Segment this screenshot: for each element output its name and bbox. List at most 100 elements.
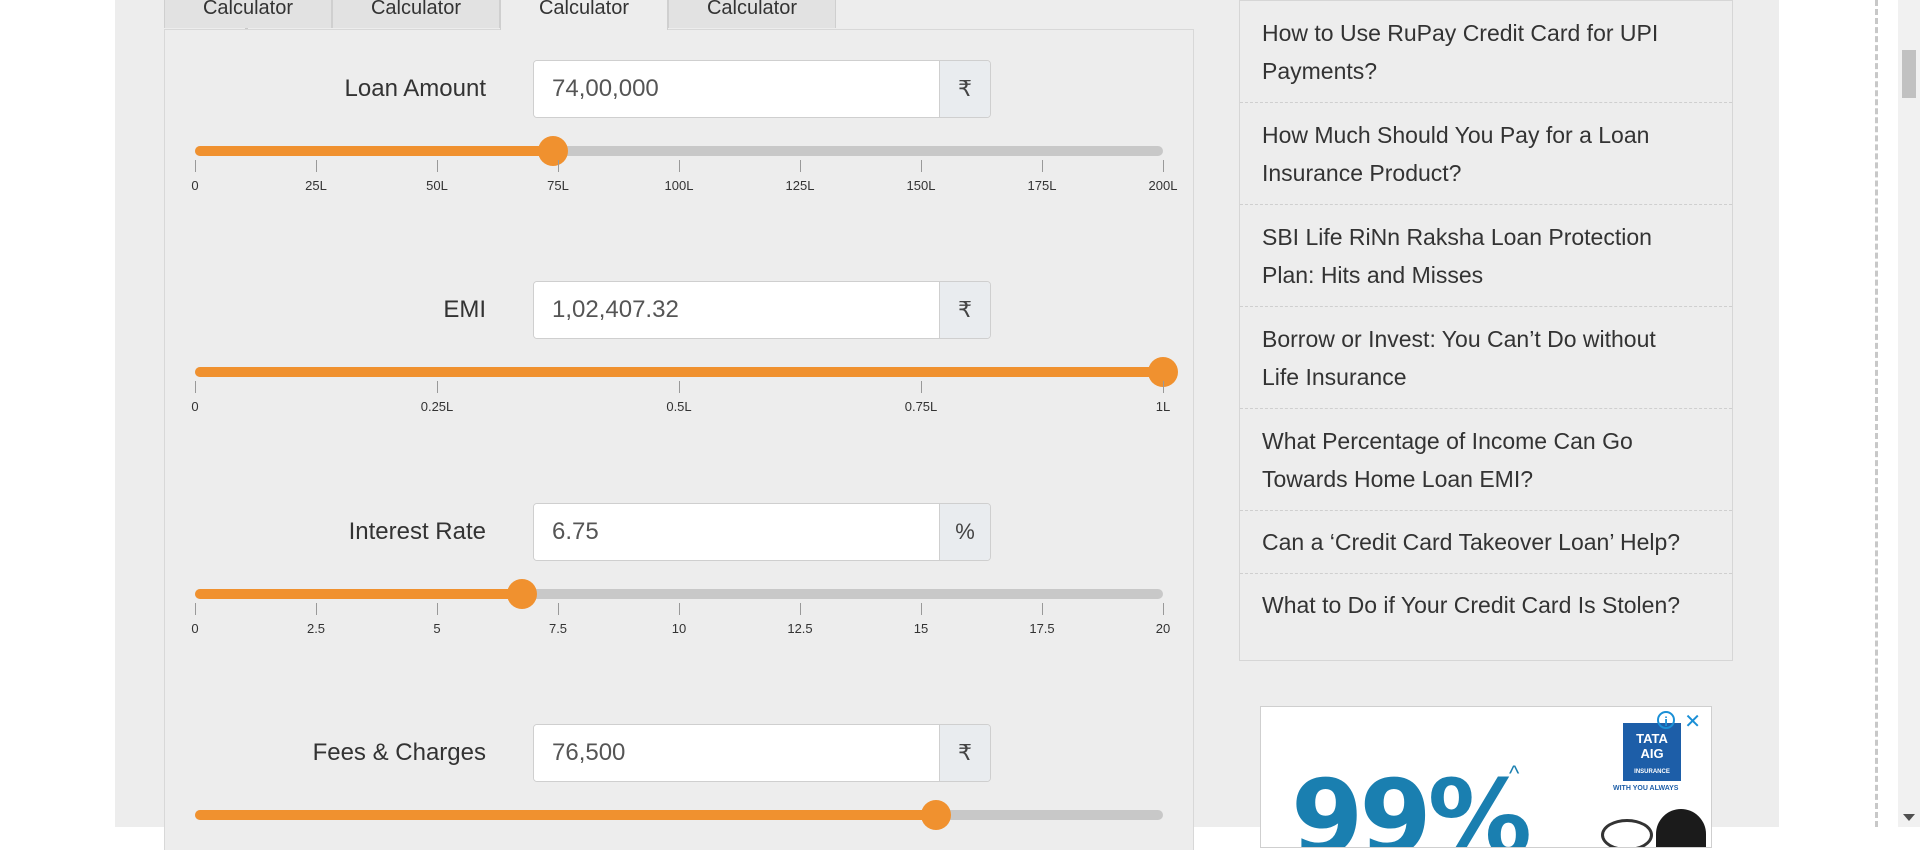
tick-mark bbox=[437, 160, 438, 172]
tick-label: 100L bbox=[664, 178, 694, 193]
slider-fill bbox=[195, 146, 554, 156]
slider-fill bbox=[195, 367, 1163, 377]
emi-label: EMI bbox=[443, 296, 486, 323]
tick-mark bbox=[921, 603, 922, 615]
tick-label: 2.5 bbox=[306, 621, 326, 636]
emi-input-group: ₹ bbox=[533, 281, 991, 339]
tick-mark bbox=[195, 160, 196, 172]
sidebar-article-link-text: How Much Should You Pay for a Loan bbox=[1262, 122, 1650, 148]
sidebar-article-link-text: Payments? bbox=[1262, 58, 1378, 84]
calculator-panel: Loan Amount ₹0 25L 50L 75L 100L 125L 150L 175L 20… bbox=[164, 29, 1194, 850]
tick-mark bbox=[800, 603, 801, 615]
tick-mark bbox=[1163, 381, 1164, 393]
close-icon[interactable]: ✕ bbox=[1684, 709, 1701, 734]
interest-rate-unit-addon: % bbox=[939, 504, 990, 560]
sidebar-article-link-text: Plan: Hits and Misses bbox=[1262, 262, 1484, 288]
loan-amount-unit-addon: ₹ bbox=[939, 61, 990, 117]
calculator-tabs: Calculator Calculator Calculator Calculator bbox=[164, 0, 836, 30]
ad-glasses-graphic bbox=[1601, 819, 1653, 847]
tick-label: 12.5 bbox=[787, 621, 813, 636]
tab-calculator-2[interactable]: Calculator bbox=[332, 0, 500, 28]
tab-calculator-4[interactable]: Calculator bbox=[668, 0, 836, 28]
tick-label: 0.75L bbox=[904, 399, 938, 414]
tick-mark bbox=[195, 603, 196, 615]
scrollbar-thumb[interactable] bbox=[1902, 50, 1916, 98]
tick-label: 7.5 bbox=[548, 621, 568, 636]
slider-fill bbox=[195, 810, 936, 820]
fees-charges-input-group: ₹ bbox=[533, 724, 991, 782]
ad-brand-logo: TATA AIG INSURANCE bbox=[1623, 723, 1681, 781]
tick-label: 0.25L bbox=[420, 399, 454, 414]
tab-calculator-3[interactable]: Calculator bbox=[500, 0, 668, 30]
loan-amount-slider[interactable] bbox=[195, 136, 1163, 166]
tick-label: 150L bbox=[906, 178, 936, 193]
fees-charges-unit-addon: ₹ bbox=[939, 725, 990, 781]
sidebar-article-link-text: Borrow or Invest: You Can’t Do without bbox=[1262, 326, 1656, 352]
page-scrollbar[interactable] bbox=[1898, 0, 1920, 827]
tick-label: 25L bbox=[305, 178, 327, 193]
ad-headline: 99% bbox=[1291, 757, 1532, 848]
tick-label: 175L bbox=[1027, 178, 1057, 193]
tick-label: 17.5 bbox=[1029, 621, 1055, 636]
interest-rate-slider[interactable] bbox=[195, 579, 1163, 609]
fees-charges-slider[interactable] bbox=[195, 800, 1163, 830]
tick-mark bbox=[558, 603, 559, 615]
tick-label: 15 bbox=[913, 621, 929, 636]
ad-person-graphic bbox=[1656, 809, 1706, 847]
scroll-down-arrow-icon[interactable] bbox=[1903, 814, 1915, 821]
info-icon[interactable]: i bbox=[1657, 711, 1675, 729]
tick-mark bbox=[679, 381, 680, 393]
fees-charges-input[interactable] bbox=[534, 725, 939, 781]
interest-rate-input[interactable] bbox=[534, 504, 939, 560]
loan-amount-input-group: ₹ bbox=[533, 60, 991, 118]
tab-calculator-1[interactable]: Calculator bbox=[164, 0, 332, 28]
tick-mark bbox=[558, 160, 559, 172]
slider-handle[interactable] bbox=[920, 800, 951, 830]
emi-scale: 0 0.25L 0.5L 0.75L 1L bbox=[191, 381, 1170, 414]
tick-mark bbox=[437, 381, 438, 393]
sidebar-article-link-text: What to Do if Your Credit Card Is Stolen… bbox=[1262, 592, 1681, 618]
right-dashed-border bbox=[1875, 0, 1878, 827]
tick-label: 50L bbox=[426, 178, 448, 193]
loan-amount-input[interactable] bbox=[534, 61, 939, 117]
tick-label: 20 bbox=[1155, 621, 1171, 636]
tick-label: 1L bbox=[1155, 399, 1171, 414]
sidebar-article-link[interactable]: What Percentage of Income Can Go Towards … bbox=[1240, 408, 1732, 510]
tick-mark bbox=[1163, 603, 1164, 615]
fees-charges-label: Fees & Charges bbox=[312, 739, 486, 766]
tick-mark bbox=[1163, 160, 1164, 172]
sidebar-article-link-text: Can a ‘Credit Card Takeover Loan’ Help? bbox=[1262, 529, 1681, 555]
sidebar-article-link[interactable]: Can a ‘Credit Card Takeover Loan’ Help? bbox=[1240, 510, 1732, 573]
ad-caret: ^ bbox=[1509, 761, 1520, 786]
tick-label: 5 bbox=[433, 621, 441, 636]
sidebar-article-link[interactable]: What to Do if Your Credit Card Is Stolen… bbox=[1240, 573, 1732, 636]
tick-mark bbox=[921, 381, 922, 393]
sidebar-article-link[interactable]: SBI Life RiNn Raksha Loan Protection Plan… bbox=[1240, 204, 1732, 306]
tick-label: 0 bbox=[191, 178, 199, 193]
tick-mark bbox=[316, 603, 317, 615]
emi-slider[interactable] bbox=[195, 357, 1178, 387]
interest-rate-input-group: % bbox=[533, 503, 991, 561]
tick-label: 200L bbox=[1148, 178, 1178, 193]
tick-mark bbox=[1042, 160, 1043, 172]
tick-label: 0 bbox=[191, 621, 199, 636]
loan-amount-label: Loan Amount bbox=[344, 75, 486, 102]
slider-fill bbox=[195, 589, 522, 599]
interest-rate-scale: 0 2.5 5 7.5 10 12.5 15 17.5 20 bbox=[191, 603, 1170, 636]
sidebar-article-link[interactable]: How to Use RuPay Credit Card for UPI Paym… bbox=[1240, 0, 1732, 102]
sidebar-article-link-text: Insurance Product? bbox=[1262, 160, 1462, 186]
sidebar-article-link-text: What Percentage of Income Can Go bbox=[1262, 428, 1633, 454]
tick-mark bbox=[921, 160, 922, 172]
tick-label: 10 bbox=[671, 621, 687, 636]
emi-input[interactable] bbox=[534, 282, 939, 338]
sidebar-article-link-text: Towards Home Loan EMI? bbox=[1262, 466, 1534, 492]
related-articles-list: How to Use RuPay Credit Card for UPI Paym… bbox=[1239, 0, 1733, 661]
tick-label: 125L bbox=[785, 178, 815, 193]
tick-label: 0 bbox=[191, 399, 199, 414]
sidebar-article-link-text: SBI Life RiNn Raksha Loan Protection bbox=[1262, 224, 1652, 250]
tick-mark bbox=[679, 603, 680, 615]
tick-label: 75L bbox=[547, 178, 569, 193]
sidebar-article-link[interactable]: How Much Should You Pay for a Loan Insura… bbox=[1240, 102, 1732, 204]
sidebar-article-link[interactable]: Borrow or Invest: You Can’t Do without Li… bbox=[1240, 306, 1732, 408]
tick-label: 0.5L bbox=[666, 399, 692, 414]
